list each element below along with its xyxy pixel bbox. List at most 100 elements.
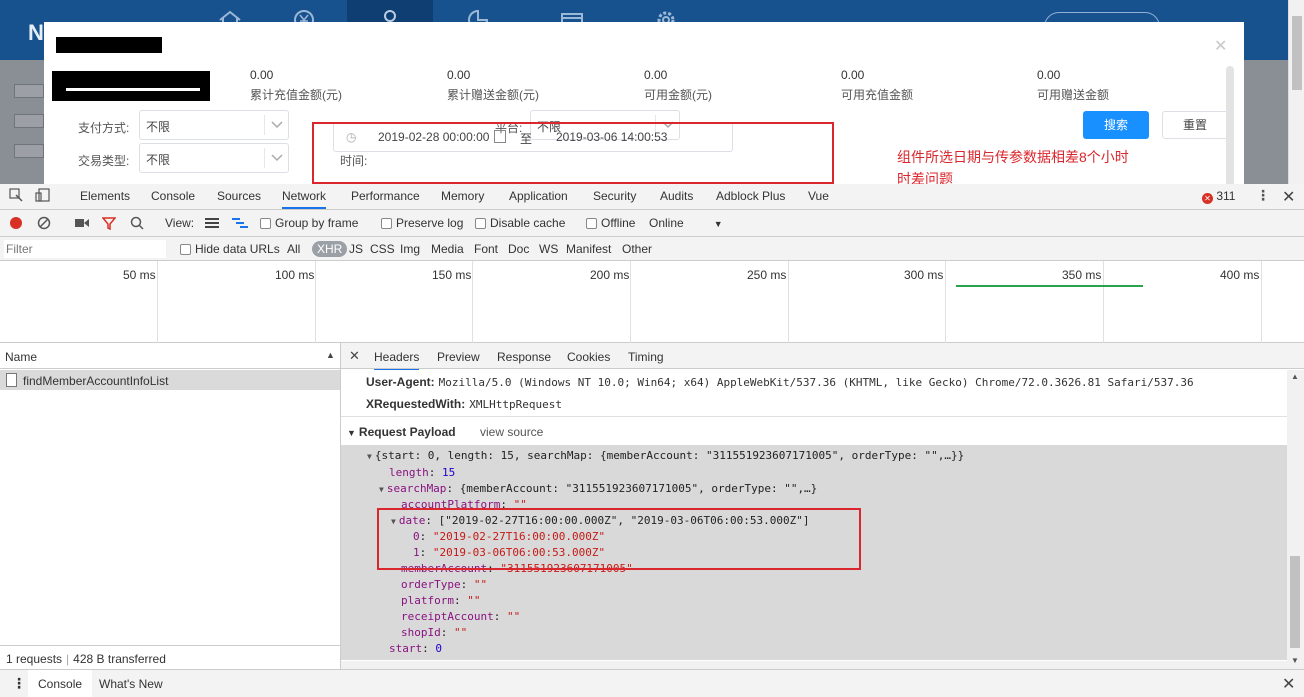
request-payload-section-toggle[interactable]: ▼ Request Payload (347, 425, 456, 439)
inspect-element-icon[interactable] (9, 188, 23, 205)
device-toolbar-icon[interactable] (35, 188, 51, 205)
filter-media[interactable]: Media (431, 242, 464, 256)
filter-font[interactable]: Font (474, 242, 498, 256)
timeline-request-bar (956, 285, 1143, 287)
root-summary: {start: 0, length: 15, searchMap: {membe… (374, 449, 965, 462)
triangle-down-icon: ▼ (347, 428, 356, 438)
more-options-icon[interactable]: ⋮ (1256, 187, 1270, 204)
horizontal-scrollbar[interactable] (341, 661, 1287, 669)
close-icon[interactable]: ✕ (1214, 36, 1227, 56)
name-column-header[interactable]: Name ▲ (0, 343, 340, 369)
tab-elements[interactable]: Elements (80, 189, 130, 203)
stat-label: 可用充值金额 (841, 88, 914, 102)
disable-cache-checkbox[interactable]: Disable cache (475, 216, 565, 230)
tab-response[interactable]: Response (497, 350, 551, 364)
search-icon[interactable] (130, 216, 144, 233)
camera-icon[interactable] (75, 217, 89, 232)
disable-cache-label: Disable cache (490, 216, 566, 230)
tab-preview[interactable]: Preview (437, 350, 480, 364)
header-key: XRequestedWith: (366, 397, 466, 411)
filter-manifest[interactable]: Manifest (566, 242, 611, 256)
throttle-select[interactable]: Online ▼ (649, 216, 723, 230)
prop-key: start (389, 642, 423, 655)
filter-doc[interactable]: Doc (508, 242, 529, 256)
offline-checkbox[interactable]: Offline (586, 216, 635, 230)
devtools-panel: Elements Console Sources Network Perform… (0, 184, 1304, 697)
drawer-menu-icon[interactable]: ⋮ (12, 675, 26, 692)
annotation-box-payload-date (377, 508, 861, 570)
modal-scrollbar[interactable] (1226, 66, 1234, 184)
group-by-frame-checkbox[interactable]: Group by frame (260, 216, 358, 230)
search-button[interactable]: 搜索 (1083, 111, 1149, 139)
payload-order-type: orderType: "" (401, 578, 488, 591)
tab-timing[interactable]: Timing (628, 350, 664, 364)
filter-img[interactable]: Img (400, 242, 420, 256)
tab-security[interactable]: Security (593, 189, 636, 203)
pay-method-label: 支付方式: (78, 121, 130, 135)
payload-root[interactable]: ▼ {start: 0, length: 15, searchMap: {memb… (367, 449, 964, 462)
payload-searchmap[interactable]: ▼ searchMap: {memberAccount: "31155192360… (379, 482, 817, 495)
filter-input[interactable] (4, 240, 166, 258)
network-filter-bar: Hide data URLs All XHR JS CSS Img Media … (0, 237, 1304, 261)
tab-headers[interactable]: Headers (374, 350, 420, 371)
preserve-log-checkbox[interactable]: Preserve log (381, 216, 463, 230)
caret-down-icon: ▼ (713, 219, 723, 229)
tab-network[interactable]: Network (282, 189, 327, 209)
request-detail-pane: ✕ Headers Preview Response Cookies Timin… (341, 343, 1304, 669)
tab-performance[interactable]: Performance (351, 189, 420, 203)
page-scroll-thumb[interactable] (1292, 16, 1302, 90)
tab-memory[interactable]: Memory (441, 189, 484, 203)
network-timeline-overview[interactable]: 50 ms 100 ms 150 ms 200 ms 250 ms 300 ms… (0, 261, 1304, 343)
timeline-tick-label: 300 ms (904, 268, 944, 282)
hide-data-urls-checkbox[interactable]: Hide data URLs (180, 242, 280, 256)
drawer-tab-whats-new[interactable]: What's New (99, 677, 163, 691)
record-icon[interactable] (9, 216, 23, 233)
drawer-tab-console[interactable]: Console (28, 670, 93, 697)
clear-icon[interactable] (37, 216, 51, 233)
scroll-down-icon[interactable]: ▼ (1291, 656, 1299, 665)
reset-button[interactable]: 重置 (1162, 111, 1228, 139)
close-drawer-icon[interactable]: ✕ (1282, 674, 1295, 694)
filter-js[interactable]: JS (349, 242, 363, 256)
filter-all[interactable]: All (287, 242, 300, 256)
close-devtools-icon[interactable]: ✕ (1282, 187, 1295, 207)
tab-sources[interactable]: Sources (217, 189, 261, 203)
page-scrollbar[interactable] (1288, 0, 1304, 184)
error-icon: ✕ (1202, 193, 1213, 204)
timeline-gridline (472, 261, 473, 343)
filter-icon[interactable] (101, 216, 117, 233)
scroll-up-icon[interactable]: ▲ (1291, 372, 1299, 381)
request-row[interactable]: findMemberAccountInfoList (0, 370, 340, 390)
bg-checkbox (14, 84, 44, 98)
view-source-link[interactable]: view source (480, 425, 543, 439)
filter-other[interactable]: Other (622, 242, 652, 256)
pay-method-select[interactable]: 不限 (139, 110, 289, 140)
prop-key: searchMap (386, 482, 447, 495)
annotation-line-1: 组件所选日期与传参数据相差8个小时 (897, 149, 1129, 165)
prop-key: receiptAccount (401, 610, 494, 623)
filter-ws[interactable]: WS (539, 242, 558, 256)
bg-checkbox (14, 144, 44, 158)
close-detail-icon[interactable]: ✕ (349, 348, 360, 364)
timeline-gridline (945, 261, 946, 343)
tab-vue[interactable]: Vue (808, 189, 829, 203)
app-logo: N (28, 20, 44, 45)
scroll-thumb[interactable] (1290, 556, 1300, 648)
waterfall-view-icon[interactable] (232, 217, 248, 232)
stat-available: 0.00 可用金额(元) (644, 68, 712, 103)
tab-console[interactable]: Console (151, 189, 195, 203)
annotation-box-date-picker (312, 122, 834, 184)
tab-application[interactable]: Application (509, 189, 568, 203)
filter-xhr[interactable]: XHR (312, 241, 348, 257)
detail-vertical-scrollbar[interactable]: ▲ ▼ (1287, 370, 1304, 669)
list-view-icon[interactable] (205, 217, 219, 232)
stat-label: 累计赠送金额(元) (447, 88, 539, 102)
chevron-down-icon (264, 115, 288, 135)
error-counter[interactable]: ✕ 311 (1202, 189, 1235, 204)
filter-css[interactable]: CSS (370, 242, 395, 256)
trade-type-select[interactable]: 不限 (139, 143, 289, 173)
tab-adblock-plus[interactable]: Adblock Plus (716, 189, 785, 203)
network-status-bar: 1 requests | 428 B transferred (0, 645, 340, 669)
tab-audits[interactable]: Audits (660, 189, 693, 203)
tab-cookies[interactable]: Cookies (567, 350, 610, 364)
